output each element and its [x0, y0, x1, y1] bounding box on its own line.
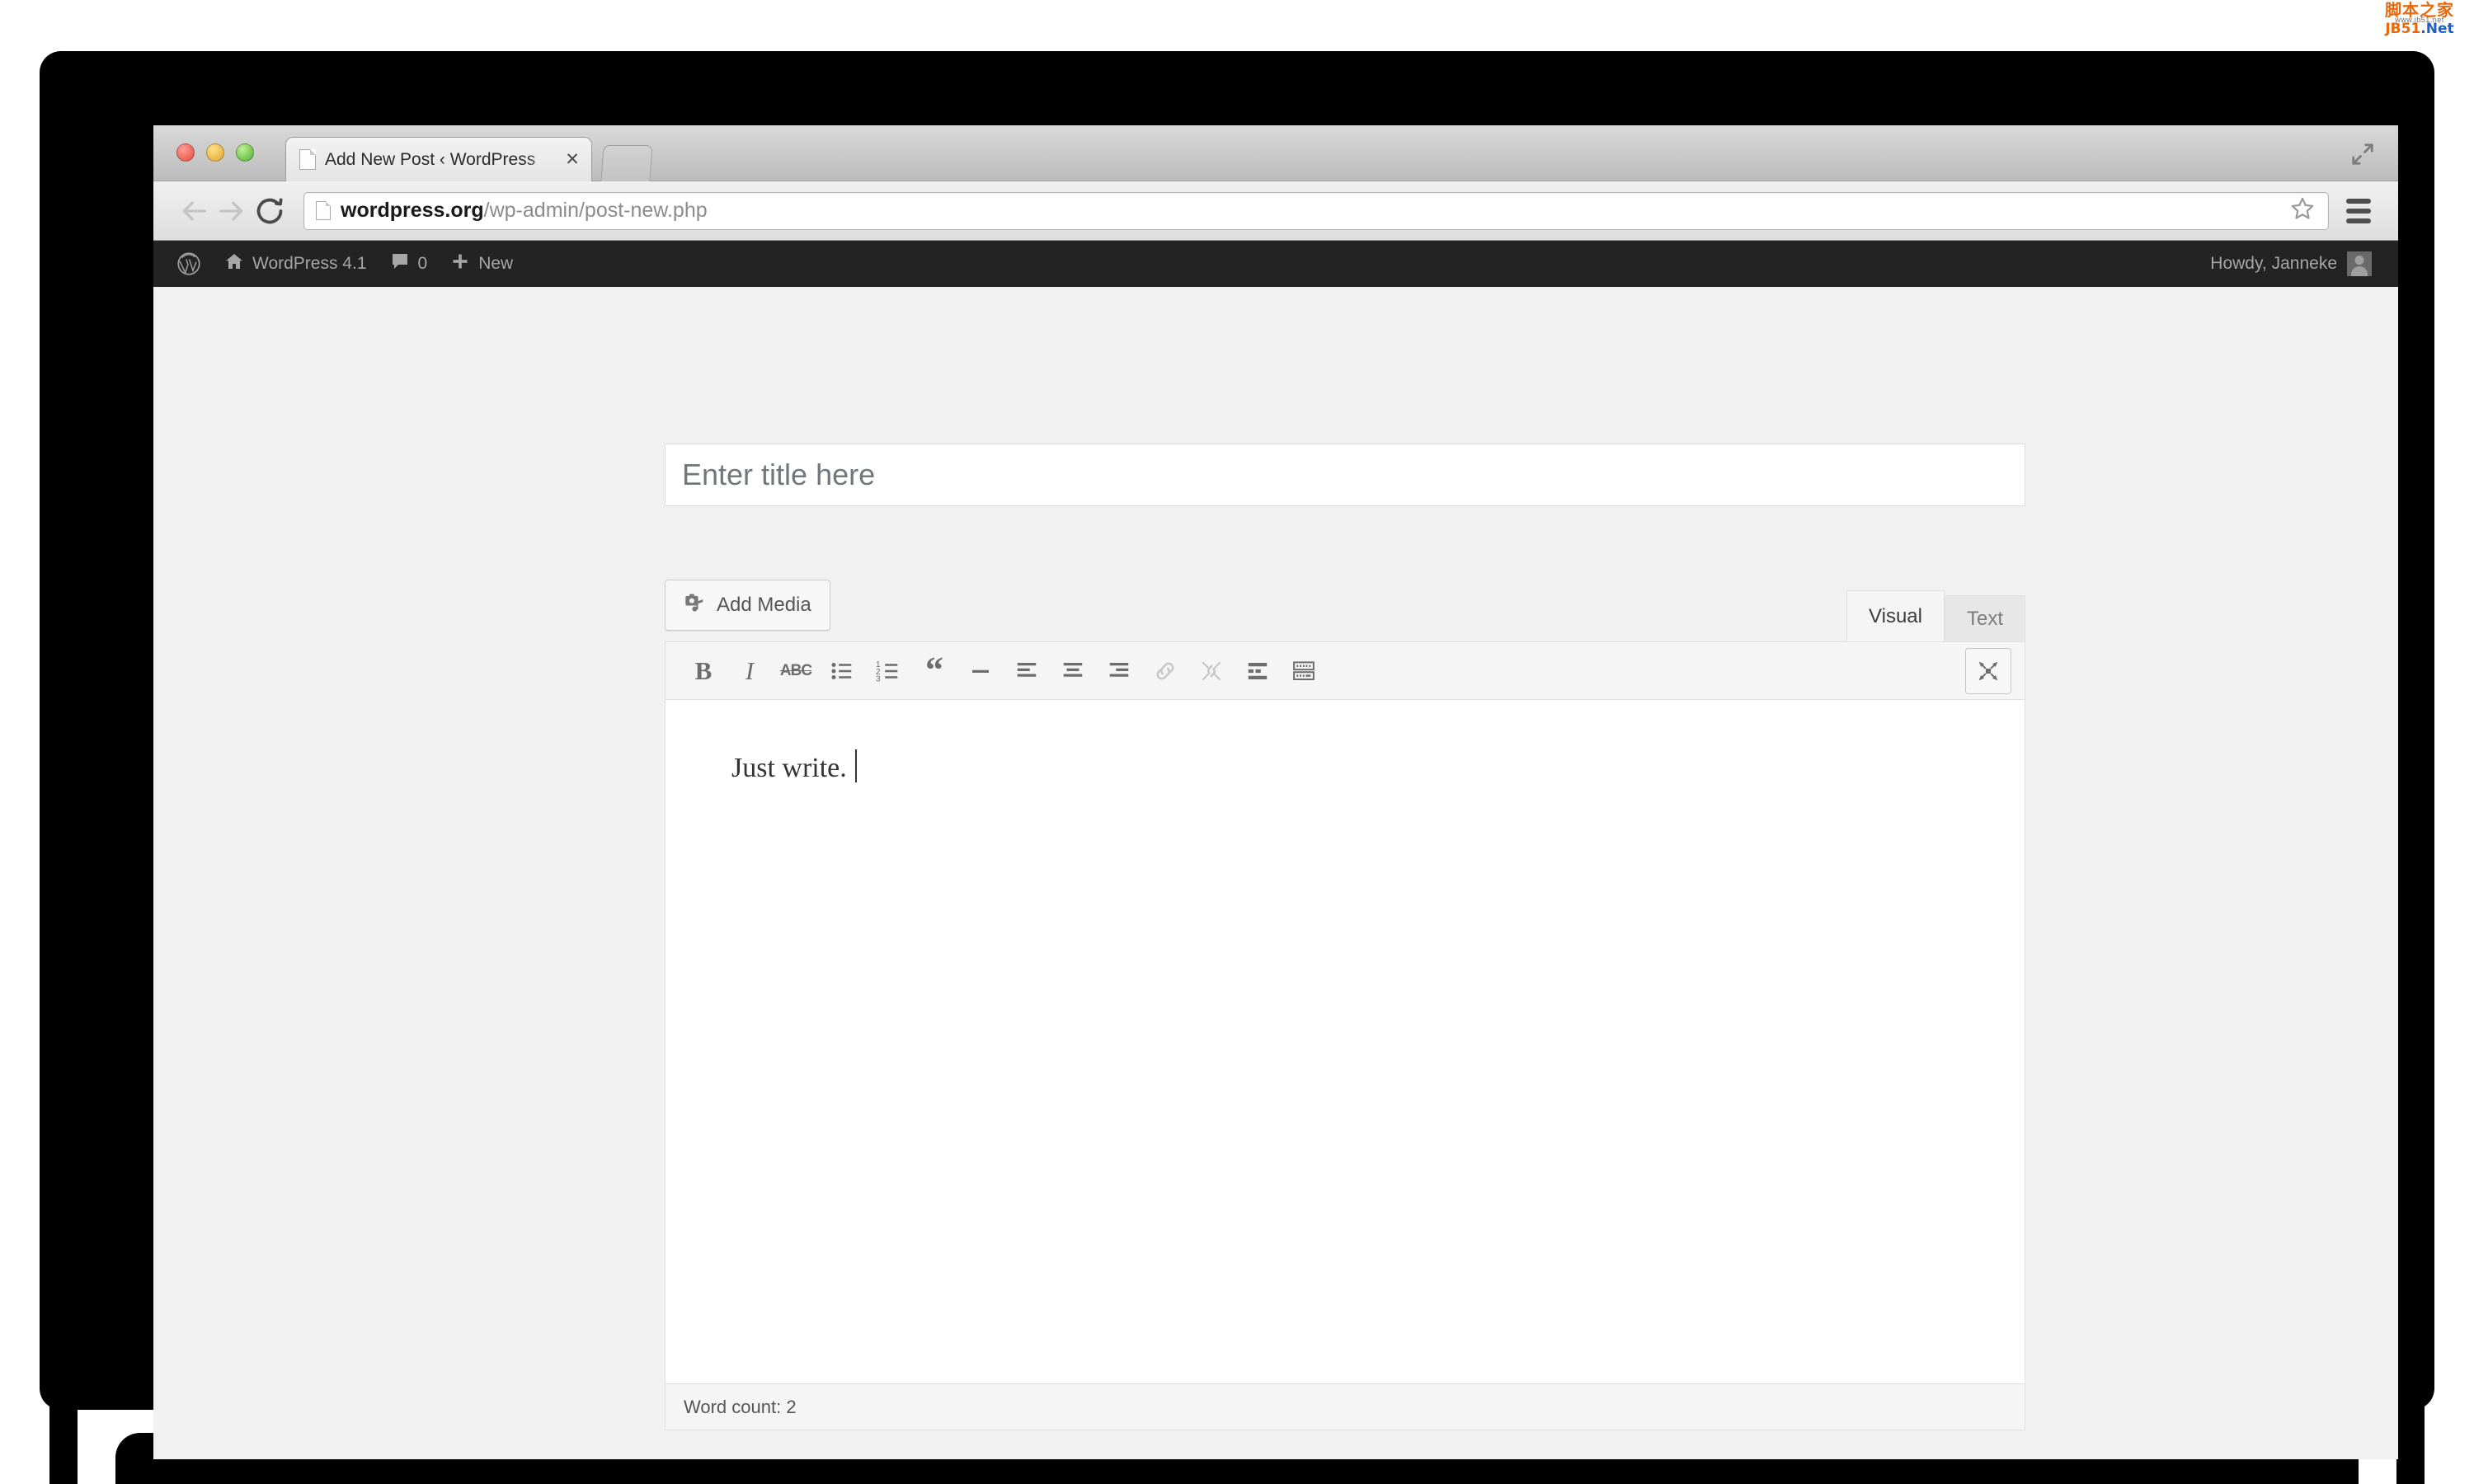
editor-toolbar: B I ABC 1 2 3 “: [665, 642, 2025, 700]
browser-tab-active[interactable]: Add New Post ‹ WordPress ✕: [285, 137, 592, 181]
bookmark-star-icon[interactable]: [2288, 195, 2316, 227]
howdy-label: Howdy, Janneke: [2210, 254, 2337, 273]
page-icon: [299, 149, 316, 170]
bold-icon[interactable]: B: [680, 648, 727, 694]
post-content-area[interactable]: Just write.: [665, 700, 2025, 1384]
screenshot-stage: 脚本之家 www.jb51.net JB51.Net Add New Post …: [0, 0, 2474, 1484]
menu-line: [2346, 208, 2371, 214]
new-label: New: [478, 254, 514, 273]
insert-more-tag-icon[interactable]: [1235, 648, 1281, 694]
wp-admin-bar: WordPress 4.1 0 New Howdy, Janneke: [153, 241, 2398, 287]
browser-window: Add New Post ‹ WordPress ✕ wordpress.org…: [153, 125, 2398, 1459]
address-path: /wp-admin/post-new.php: [483, 199, 708, 222]
maximize-window-button[interactable]: [236, 143, 254, 162]
bullet-list-icon[interactable]: [819, 648, 865, 694]
editor-statusbar: Word count: 2: [665, 1384, 2025, 1430]
forward-arrow-icon[interactable]: [213, 192, 251, 230]
watermark-domain: .Net: [2420, 21, 2454, 38]
back-arrow-icon[interactable]: [175, 192, 213, 230]
browser-tabstrip: Add New Post ‹ WordPress ✕: [153, 125, 2398, 181]
tab-title: Add New Post ‹ WordPress: [325, 149, 536, 169]
horizontal-rule-icon[interactable]: [957, 648, 1004, 694]
home-icon: [224, 251, 244, 276]
word-count-label: Word count: 2: [684, 1396, 797, 1417]
new-tab-button[interactable]: [600, 145, 653, 181]
comment-bubble-icon: [390, 251, 410, 276]
window-controls: [176, 143, 254, 162]
hamburger-menu-icon[interactable]: [2340, 192, 2377, 230]
minimize-window-button[interactable]: [206, 143, 224, 162]
align-left-icon[interactable]: [1004, 648, 1050, 694]
keyboard-shortcuts-icon[interactable]: [1281, 648, 1327, 694]
wordpress-logo-icon[interactable]: [170, 241, 213, 287]
watermark-net: JB51.Net: [2370, 22, 2469, 37]
sidebar-item-site-name[interactable]: WordPress 4.1: [213, 241, 379, 287]
post-editor: Add Media Visual Text B I ABC 1 2 3 “ Ju…: [665, 580, 2025, 1430]
comments-count: 0: [417, 254, 428, 273]
editor-mode-tabs: Visual Text: [1846, 590, 2025, 641]
page-icon: [316, 201, 331, 220]
watermark-chinese: 脚本之家: [2385, 0, 2454, 20]
post-title-placeholder: Enter title here: [682, 458, 876, 491]
account-menu-item[interactable]: Howdy, Janneke: [2210, 251, 2377, 276]
monitor-screen: Add New Post ‹ WordPress ✕ wordpress.org…: [153, 125, 2398, 1459]
close-window-button[interactable]: [176, 143, 195, 162]
editor-header: Add Media Visual Text: [665, 580, 2025, 642]
text-cursor: [854, 749, 857, 782]
strikethrough-icon[interactable]: ABC: [773, 648, 819, 694]
post-content-text: Just write.: [731, 753, 847, 783]
align-center-icon[interactable]: [1050, 648, 1096, 694]
add-media-icon: [684, 591, 707, 620]
new-content-menu-item[interactable]: New: [439, 241, 524, 287]
svg-text:3: 3: [876, 674, 881, 683]
reload-icon[interactable]: [251, 192, 289, 230]
post-title-input[interactable]: Enter title here: [665, 444, 2025, 506]
add-media-button[interactable]: Add Media: [665, 580, 830, 631]
remove-link-icon[interactable]: [1188, 648, 1235, 694]
italic-icon[interactable]: I: [727, 648, 773, 694]
align-right-icon[interactable]: [1096, 648, 1142, 694]
monitor-bezel: Add New Post ‹ WordPress ✕ wordpress.org…: [40, 51, 2434, 1459]
numbered-list-icon[interactable]: 1 2 3: [865, 648, 911, 694]
menu-line: [2346, 218, 2371, 223]
address-bar[interactable]: wordpress.org/wp-admin/post-new.php: [303, 191, 2329, 230]
site-name-label: WordPress 4.1: [252, 254, 367, 273]
watermark-jb: JB51: [2385, 21, 2421, 38]
distraction-free-icon[interactable]: [1965, 648, 2011, 694]
site-watermark: 脚本之家 www.jb51.net JB51.Net: [2370, 2, 2469, 37]
avatar: [2347, 251, 2372, 276]
wp-admin-content: Enter title here Add Media Visual Text B…: [153, 287, 2398, 1459]
insert-link-icon[interactable]: [1142, 648, 1188, 694]
expand-window-icon[interactable]: [2350, 142, 2375, 167]
close-icon[interactable]: ✕: [562, 149, 583, 171]
tab-visual[interactable]: Visual: [1846, 590, 1945, 641]
browser-toolbar: wordpress.org/wp-admin/post-new.php: [153, 181, 2398, 241]
address-bar-url: wordpress.org/wp-admin/post-new.php: [341, 199, 708, 223]
address-host: wordpress.org: [341, 199, 484, 222]
watermark-sub: www.jb51.net: [2395, 16, 2444, 24]
blockquote-icon[interactable]: “: [911, 648, 957, 694]
plus-icon: [450, 251, 470, 276]
comments-menu-item[interactable]: 0: [379, 241, 440, 287]
menu-line: [2346, 198, 2371, 204]
tab-text[interactable]: Text: [1944, 595, 2025, 641]
add-media-label: Add Media: [717, 594, 811, 616]
